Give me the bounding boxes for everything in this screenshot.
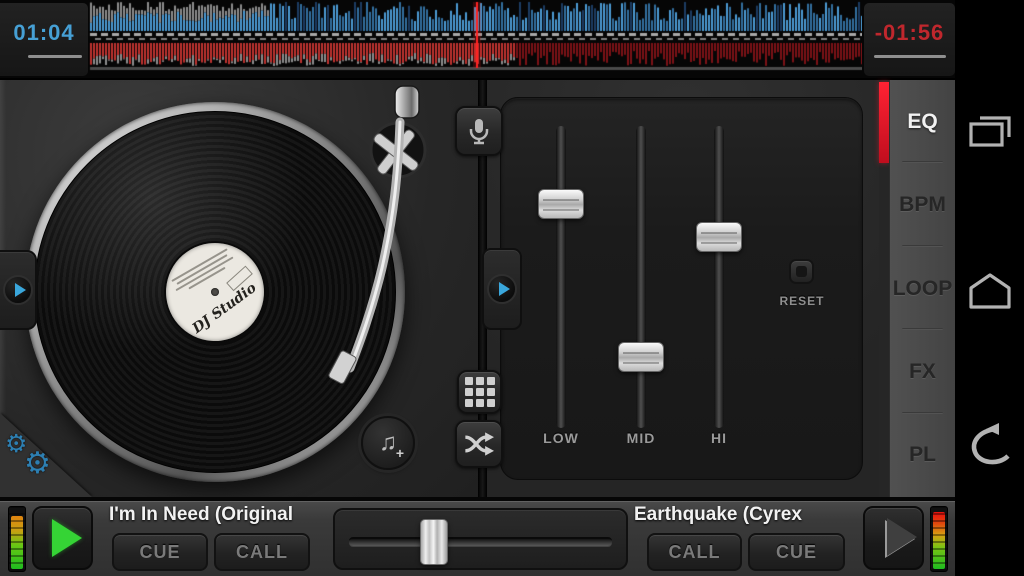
sampler-pads-button[interactable] (457, 370, 502, 414)
deck-b-remaining-time: -01:56 (864, 20, 955, 46)
deck-a-call-button[interactable]: CALL (214, 533, 310, 571)
android-nav-bar (955, 0, 1024, 576)
deck-a-elapsed-time: 01:04 (0, 20, 88, 46)
eq-mid-slider[interactable] (618, 342, 664, 372)
deck-b-cue-button[interactable]: CUE (748, 533, 845, 571)
deck-a-play-button[interactable] (32, 506, 93, 570)
eq-reset-button[interactable] (789, 259, 814, 284)
crossfader-groove (349, 537, 612, 546)
back-button[interactable] (955, 416, 1024, 472)
eq-reset-label: RESET (757, 294, 847, 308)
deck-a-time-box: 01:04 (0, 3, 88, 76)
eq-low-label: LOW (526, 430, 596, 446)
eq-panel: LOW MID HI RESET (500, 97, 863, 480)
transport-bar: I'm In Need (Original CUE CALL Earthquak… (0, 497, 955, 576)
tab-eq[interactable]: EQ (890, 80, 955, 163)
back-icon (967, 421, 1013, 467)
active-tab-indicator (879, 82, 889, 163)
vu-level-b (933, 512, 945, 569)
tonearm-cartridge (328, 350, 357, 384)
eq-mid-track[interactable] (636, 126, 646, 428)
deck-b-time-box: -01:56 (864, 3, 955, 76)
deck-b-side-tab[interactable] (482, 248, 522, 330)
vu-meter-a (8, 506, 26, 572)
play-icon (52, 519, 82, 557)
dj-app-screen: 01:04 -01:56 DJ Studio (0, 0, 1024, 576)
grid-icon (465, 377, 495, 407)
microphone-button[interactable] (455, 106, 503, 156)
recent-apps-icon (967, 112, 1013, 152)
load-track-button[interactable]: ♫ + (361, 416, 415, 470)
deck-a-cue-button[interactable]: CUE (112, 533, 208, 571)
gear-icon: ⚙ (24, 449, 51, 479)
deck-b-track-title: Earthquake (Cyrex (634, 504, 802, 528)
tonearm[interactable] (310, 80, 440, 400)
eq-hi-label: HI (684, 430, 754, 446)
microphone-icon (468, 117, 490, 145)
deck-b-call-button[interactable]: CALL (647, 533, 742, 571)
deck-b-time-underline (874, 55, 946, 58)
waveform-display[interactable] (88, 0, 862, 72)
tab-bpm[interactable]: BPM (890, 163, 955, 246)
eq-low-track[interactable] (556, 126, 566, 428)
deck-b-tab-play-button[interactable] (487, 274, 517, 304)
eq-low-slider[interactable] (538, 189, 584, 219)
deck-a-track-title: I'm In Need (Original (109, 504, 293, 528)
tonearm-counterweight (395, 86, 419, 118)
recent-apps-button[interactable] (955, 104, 1024, 160)
play-icon (887, 518, 917, 556)
deck-a-tab-play-button[interactable] (3, 275, 33, 305)
waveform-bar: 01:04 -01:56 (0, 0, 1024, 80)
vu-meter-b (930, 506, 948, 572)
crossfader-thumb[interactable] (420, 519, 448, 565)
deck-a-turntable: DJ Studio (0, 80, 483, 497)
music-note-icon: ♫ (379, 431, 397, 455)
tab-loop[interactable]: LOOP (890, 247, 955, 330)
home-button[interactable] (955, 262, 1024, 318)
eq-hi-slider[interactable] (696, 222, 742, 252)
eq-hi-track[interactable] (714, 126, 724, 428)
home-icon (966, 270, 1014, 310)
main-area: DJ Studio (0, 80, 955, 497)
shuffle-button[interactable] (455, 420, 503, 468)
tool-tab-strip: EQ BPM LOOP FX PL (889, 80, 955, 497)
deck-a-side-tab[interactable] (0, 250, 37, 330)
play-icon (499, 282, 510, 296)
shuffle-icon (462, 429, 496, 459)
eq-mid-label: MID (606, 430, 676, 446)
deck-b-play-button[interactable] (863, 506, 924, 570)
tab-pl[interactable]: PL (890, 414, 955, 497)
play-icon (15, 283, 26, 297)
spindle (211, 288, 219, 296)
tab-fx[interactable]: FX (890, 330, 955, 413)
crossfader[interactable] (333, 508, 628, 570)
vu-level-a (11, 516, 23, 569)
deck-a-time-underline (28, 55, 82, 58)
plus-icon: + (396, 446, 404, 460)
